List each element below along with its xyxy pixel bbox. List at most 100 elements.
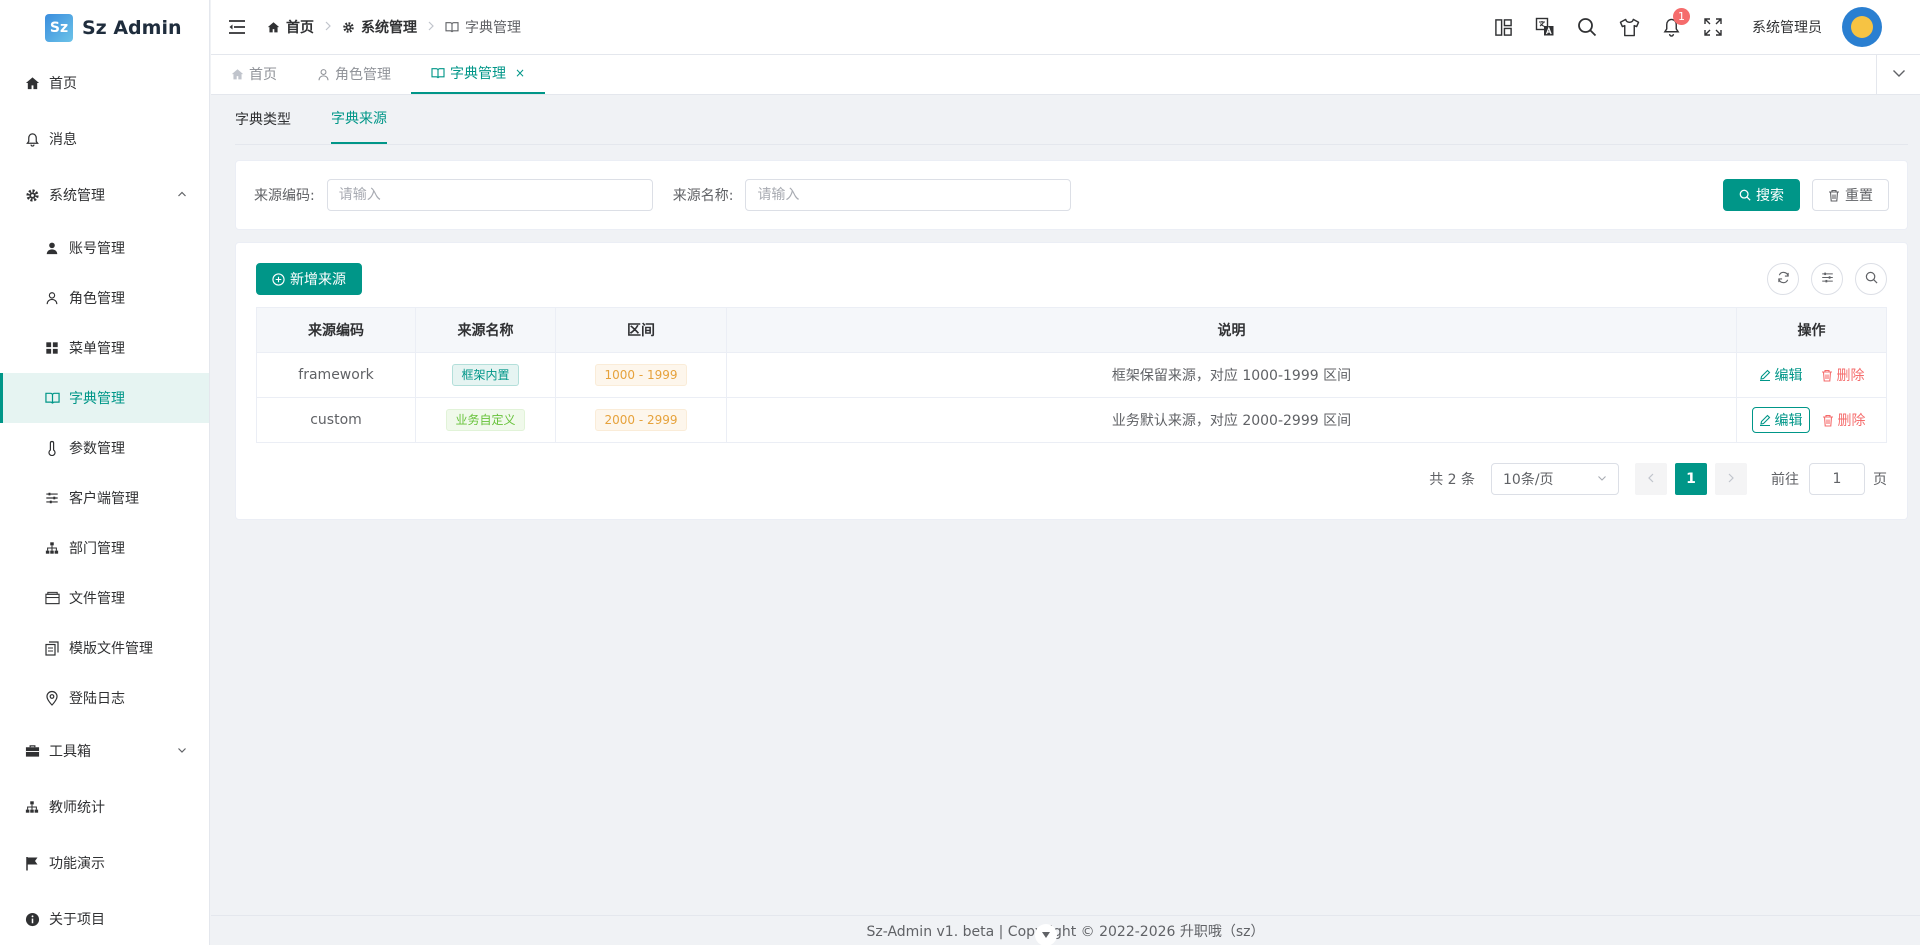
- add-source-label: 新增来源: [290, 272, 346, 288]
- trash-icon: [1828, 189, 1840, 202]
- breadcrumb-system[interactable]: 系统管理: [342, 17, 417, 37]
- add-source-button[interactable]: 新增来源: [256, 263, 362, 295]
- tabs-more-dropdown[interactable]: [1876, 54, 1920, 94]
- page-size-value: 10条/页: [1503, 472, 1554, 488]
- layout-icon[interactable]: [1492, 16, 1514, 38]
- delete-button[interactable]: 删除: [1816, 408, 1872, 432]
- header-actions: 1 系统管理员: [1472, 7, 1920, 47]
- sidebar-item-departments[interactable]: 部门管理: [0, 523, 209, 573]
- user-outline-icon: [44, 290, 60, 306]
- source-name-group: 来源名称:: [673, 179, 1072, 211]
- sidebar-item-login-log[interactable]: 登陆日志: [0, 673, 209, 723]
- sidebar-item-label: 文件管理: [69, 591, 125, 607]
- column-header: 来源编码: [256, 307, 416, 353]
- prev-page-button[interactable]: [1635, 463, 1667, 495]
- chevron-down-icon: [1597, 471, 1607, 487]
- book-icon: [44, 390, 60, 406]
- breadcrumb-label: 首页: [286, 20, 314, 36]
- thermometer-icon: [44, 440, 60, 456]
- footer-collapse-button[interactable]: [1034, 924, 1057, 945]
- table-toolbar: 新增来源: [256, 263, 1887, 295]
- tab-dict-source[interactable]: 字典来源: [331, 94, 387, 144]
- sidebar-item-label: 菜单管理: [69, 341, 125, 357]
- sidebar-item-roles[interactable]: 角色管理: [0, 273, 209, 323]
- sidebar-item-label: 首页: [49, 76, 77, 92]
- cell-range: 2000 - 2999: [555, 397, 727, 443]
- row-actions: 编辑 删除: [1737, 398, 1886, 442]
- home-icon: [267, 21, 280, 34]
- notification-bell-icon[interactable]: 1: [1660, 8, 1690, 38]
- sidebar-item-label: 登陆日志: [69, 691, 125, 707]
- sidebar-item-files[interactable]: 文件管理: [0, 573, 209, 623]
- table-row: custom 业务自定义 2000 - 2999 业务默认来源，对应 2000-…: [256, 397, 1887, 443]
- page-size-select[interactable]: 10条/页: [1491, 463, 1619, 495]
- sidebar-item-dictionary[interactable]: 字典管理: [0, 373, 209, 423]
- username[interactable]: 系统管理员: [1752, 17, 1822, 37]
- sidebar-item-params[interactable]: 参数管理: [0, 423, 209, 473]
- toolbox-icon: [24, 743, 40, 759]
- logo[interactable]: Sz Sz Admin: [0, 0, 209, 55]
- top-header: 首页 系统管理 字典管理 1 系统管理员: [211, 0, 1920, 55]
- grid-icon: [44, 340, 60, 356]
- caret-down-icon: [1041, 927, 1051, 943]
- sidebar-item-messages[interactable]: 消息: [0, 111, 209, 167]
- breadcrumb-home[interactable]: 首页: [267, 17, 314, 37]
- column-header: 区间: [555, 307, 727, 353]
- toggle-search-button[interactable]: [1855, 263, 1887, 295]
- delete-button[interactable]: 删除: [1815, 363, 1871, 387]
- refresh-button[interactable]: [1767, 263, 1799, 295]
- sidebar-item-templates[interactable]: 模版文件管理: [0, 623, 209, 673]
- flag-icon: [24, 855, 40, 871]
- source-code-input[interactable]: [326, 179, 653, 211]
- goto-page-input[interactable]: [1809, 463, 1865, 495]
- table-card: 新增来源 来源编码 来源名称 区间 说明 操作 framework 框架内置 1…: [235, 242, 1908, 520]
- edit-label: 编辑: [1774, 368, 1803, 384]
- org-chart-icon: [44, 540, 60, 556]
- footer: Sz-Admin v1. beta | Copyright © 2022-202…: [211, 915, 1920, 945]
- chevron-down-icon: [177, 743, 187, 759]
- sidebar-item-menus[interactable]: 菜单管理: [0, 323, 209, 373]
- theme-shirt-icon[interactable]: [1618, 16, 1640, 38]
- fullscreen-icon[interactable]: [1702, 16, 1724, 38]
- sidebar-item-toolbox[interactable]: 工具箱: [0, 723, 209, 779]
- menu-toggle-icon[interactable]: [227, 17, 247, 37]
- cell-name: 业务自定义: [415, 397, 556, 443]
- book-icon: [431, 67, 445, 79]
- sidebar-item-demo[interactable]: 功能演示: [0, 835, 209, 891]
- next-page-button[interactable]: [1715, 463, 1747, 495]
- tab-close-icon[interactable]: ×: [515, 66, 525, 80]
- edit-button[interactable]: 编辑: [1753, 363, 1809, 387]
- search-button[interactable]: 搜索: [1723, 179, 1800, 211]
- sidebar-item-clients[interactable]: 客户端管理: [0, 473, 209, 523]
- sidebar-item-system[interactable]: 系统管理: [0, 167, 209, 223]
- tab-roles[interactable]: 角色管理: [297, 54, 411, 94]
- info-icon: [24, 911, 40, 927]
- tab-dict-type[interactable]: 字典类型: [235, 94, 291, 144]
- tab-dictionary[interactable]: 字典管理 ×: [411, 54, 546, 94]
- sidebar-item-about[interactable]: 关于项目: [0, 891, 209, 945]
- search-icon[interactable]: [1576, 16, 1598, 38]
- home-icon: [231, 68, 244, 81]
- dictionary-sub-tabs: 字典类型 字典来源: [235, 95, 1908, 145]
- translate-icon[interactable]: [1534, 16, 1556, 38]
- column-settings-button[interactable]: [1811, 263, 1843, 295]
- sidebar-item-label: 工具箱: [49, 744, 91, 760]
- tab-home[interactable]: 首页: [211, 54, 297, 94]
- sidebar-item-accounts[interactable]: 账号管理: [0, 223, 209, 273]
- chevron-up-icon: [177, 187, 187, 203]
- sidebar-item-label: 部门管理: [69, 541, 125, 557]
- page-number-button[interactable]: 1: [1675, 463, 1707, 495]
- breadcrumb-dictionary: 字典管理: [445, 17, 521, 37]
- edit-button[interactable]: 编辑: [1751, 407, 1810, 433]
- tab-label: 字典管理: [450, 66, 506, 82]
- source-name-input[interactable]: [745, 179, 1072, 211]
- page-tabs: 首页 角色管理 字典管理 ×: [211, 54, 1920, 95]
- avatar[interactable]: [1842, 7, 1882, 47]
- sidebar-item-home[interactable]: 首页: [0, 55, 209, 111]
- sidebar-item-teacher-stats[interactable]: 教师统计: [0, 779, 209, 835]
- search-form: 来源编码: 来源名称: 搜索 重置: [235, 160, 1908, 230]
- reset-button[interactable]: 重置: [1812, 179, 1889, 211]
- book-icon: [445, 21, 459, 33]
- sidebar-item-label: 教师统计: [49, 800, 105, 816]
- refresh-icon: [1777, 271, 1790, 288]
